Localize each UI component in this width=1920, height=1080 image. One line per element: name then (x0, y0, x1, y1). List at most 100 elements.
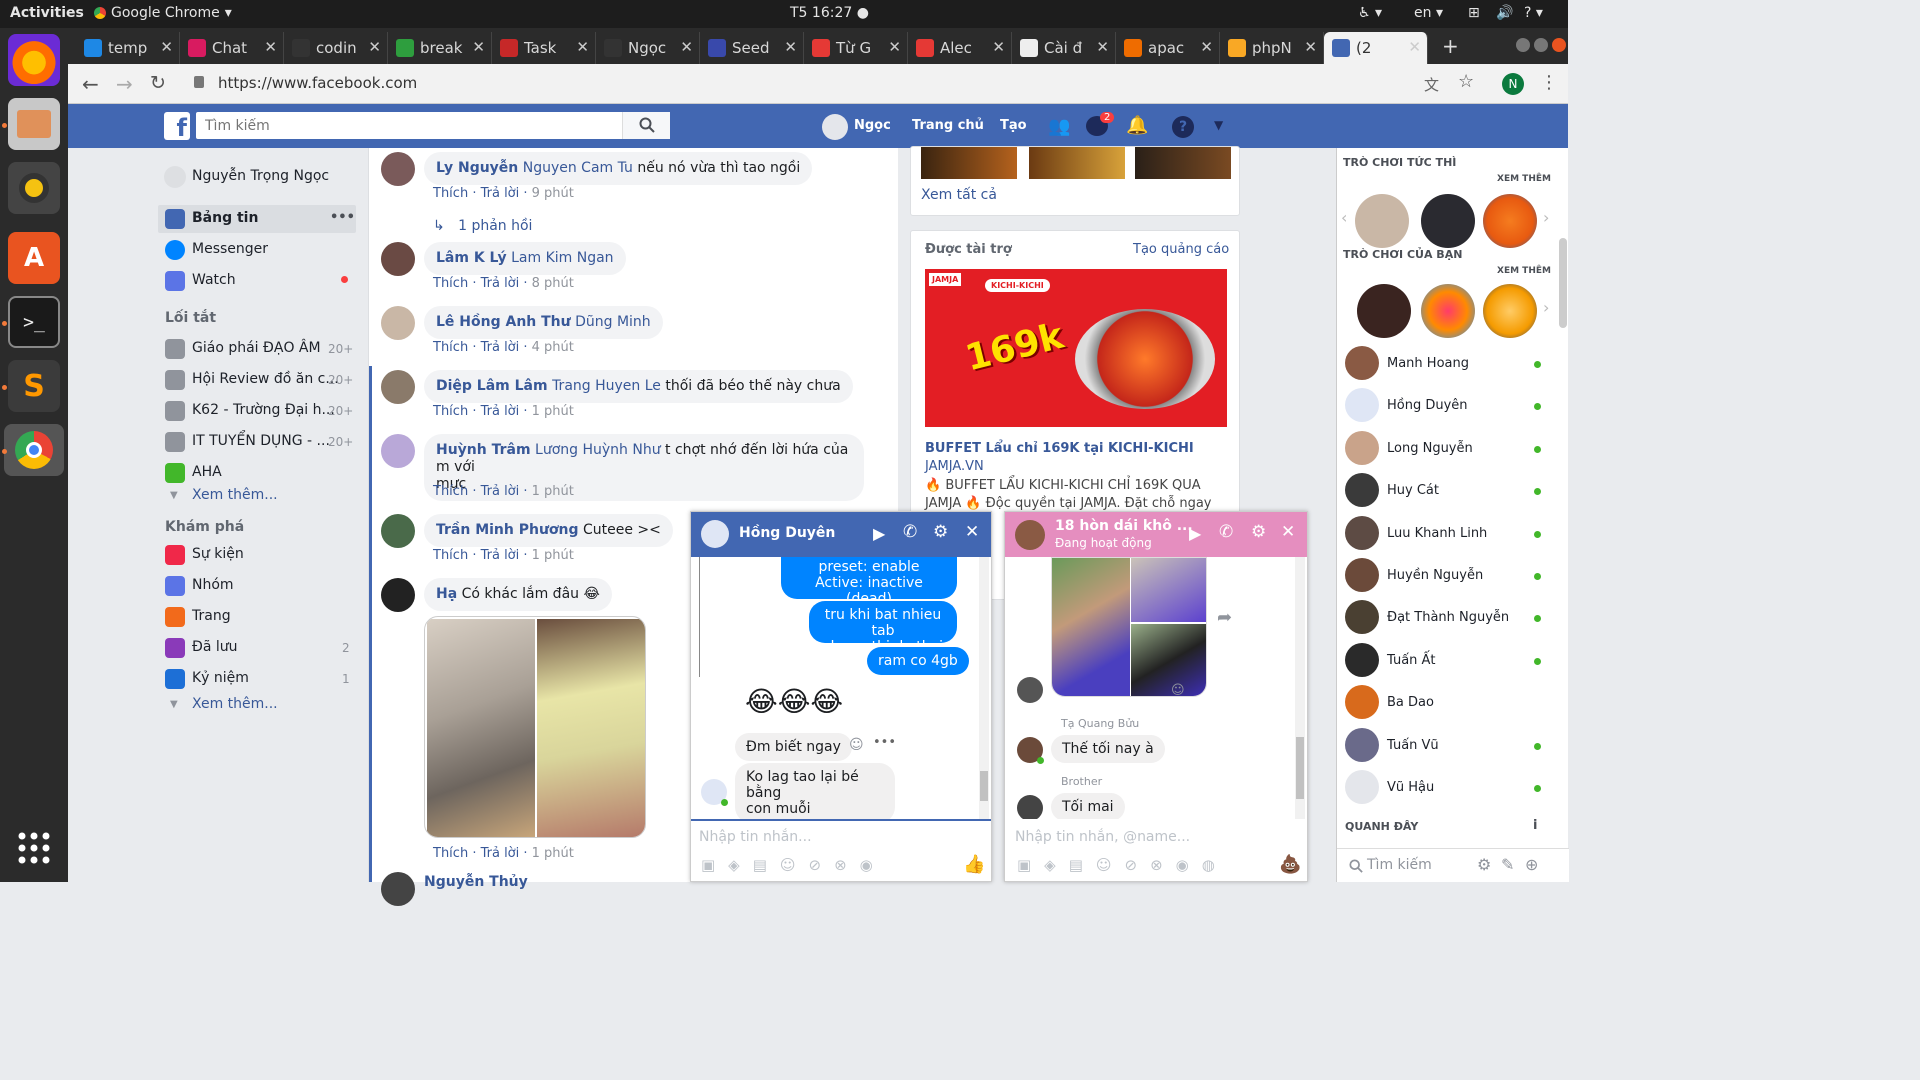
avatar[interactable] (381, 242, 415, 276)
browser-tab[interactable]: break ✕ (388, 32, 492, 64)
emoji-react-icon[interactable]: ☺ (849, 737, 864, 753)
shortcut-item[interactable]: Giáo phái ĐẠO ÂM (192, 334, 321, 362)
profile-avatar[interactable] (164, 166, 186, 188)
close-tab-icon[interactable]: ✕ (576, 38, 589, 56)
shortcut-item[interactable]: Hội Review đồ ăn c... (192, 365, 339, 393)
game-thumb[interactable] (1029, 147, 1125, 179)
explore-item[interactable]: Sự kiện (192, 540, 244, 568)
close-tab-icon[interactable]: ✕ (1200, 38, 1213, 56)
phone-icon[interactable]: ✆ (1219, 522, 1233, 542)
like-link[interactable]: Thích (433, 404, 468, 419)
browser-tab[interactable]: Alec ✕ (908, 32, 1012, 64)
close-tab-icon[interactable]: ✕ (1096, 38, 1109, 56)
like-icon[interactable]: 👍 (963, 854, 985, 875)
power-icon[interactable]: ? ▾ (1524, 5, 1543, 21)
friend-item[interactable]: Vũ Hậu (1345, 770, 1555, 810)
comment-author[interactable]: Ly Nguyễn (436, 160, 518, 176)
group-chat-icon[interactable]: ⊕ (1525, 855, 1538, 874)
chevron-left-icon[interactable]: ‹ (1341, 208, 1347, 227)
shortcut-item[interactable]: IT TUYỂN DỤNG - ... (192, 427, 330, 455)
comment-author[interactable]: Hạ (436, 586, 457, 602)
account-dropdown-icon[interactable]: ▼ (1214, 118, 1223, 132)
avatar[interactable] (381, 578, 415, 612)
basketball-game-icon[interactable] (1483, 194, 1537, 248)
chat-input[interactable]: Nhập tin nhắn, @name... (1015, 829, 1190, 845)
friend-item[interactable]: Hồng Duyên (1345, 388, 1555, 428)
user-name-link[interactable]: Ngọc (854, 118, 891, 133)
profile-avatar[interactable]: N (1502, 73, 1524, 95)
friend-item[interactable]: Huy Cát (1345, 473, 1555, 513)
search-button[interactable] (622, 112, 670, 139)
chevron-right-icon[interactable]: › (1543, 208, 1549, 227)
chat-scrollbar[interactable] (979, 557, 989, 819)
browser-tab[interactable]: Ngọc ✕ (596, 32, 700, 64)
chat-title[interactable]: Hồng Duyên (739, 525, 835, 541)
comment-author[interactable]: Huỳnh Trâm (436, 442, 531, 458)
shared-photo-grid[interactable] (1051, 557, 1207, 697)
network-icon[interactable]: ⊞ (1468, 5, 1480, 21)
chrome-dock-icon[interactable] (4, 424, 64, 476)
minimize-button[interactable] (1516, 38, 1530, 52)
ad-domain[interactable]: JAMJA.VN (925, 459, 984, 474)
nav-news-feed[interactable]: Bảng tin (192, 204, 258, 232)
browser-tab[interactable]: Seed ✕ (700, 32, 804, 64)
comment-tag[interactable]: Dũng Minh (575, 314, 651, 330)
browser-tab[interactable]: codin ✕ (284, 32, 388, 64)
ad-image[interactable]: JAMJA KICHI-KICHI 169k (925, 269, 1227, 427)
friend-item[interactable]: Tuấn Ất (1345, 642, 1555, 683)
language-indicator[interactable]: en ▾ (1414, 5, 1443, 21)
chat-input[interactable]: Nhập tin nhắn... (699, 829, 812, 845)
close-icon[interactable]: ✕ (965, 522, 979, 542)
activities-button[interactable]: Activities (10, 5, 84, 21)
translate-icon[interactable]: 文 (1424, 74, 1439, 95)
like-link[interactable]: Thích (433, 484, 468, 499)
share-icon[interactable]: ➦ (1217, 607, 1232, 628)
volume-icon[interactable]: 🔊 (1496, 5, 1513, 21)
explore-item[interactable]: Nhóm (192, 571, 234, 599)
sidebar-scrollbar[interactable] (1559, 238, 1567, 328)
comment-tag[interactable]: Trang Huyen Le (552, 378, 661, 394)
close-tab-icon[interactable]: ✕ (160, 38, 173, 56)
reply-link[interactable]: Trả lời (481, 340, 520, 355)
chat-header[interactable]: Hồng Duyên ▶ ✆ ⚙ ✕ (691, 512, 991, 557)
sublime-icon[interactable]: S (8, 360, 60, 412)
naruto-game-icon[interactable] (1483, 284, 1537, 338)
friend-item[interactable]: Ba Dao (1345, 685, 1555, 725)
software-center-icon[interactable]: A (8, 232, 60, 284)
game-avatar[interactable] (1421, 194, 1475, 248)
gear-icon[interactable]: ⚙ (933, 522, 948, 542)
friend-item[interactable]: Tuấn Vũ (1345, 727, 1555, 768)
url-field[interactable]: https://www.facebook.com (218, 74, 417, 92)
comment-tag[interactable]: Lương Huỳnh Như (535, 442, 661, 458)
shortcuts-see-more[interactable]: Xem thêm... (192, 481, 278, 509)
close-tab-icon[interactable]: ✕ (472, 38, 485, 56)
nav-messenger[interactable]: Messenger (192, 235, 268, 263)
reply-link[interactable]: Trả lời (481, 404, 520, 419)
chevron-right-icon[interactable]: › (1543, 298, 1549, 317)
friend-item[interactable]: Manh Hoang (1345, 346, 1555, 386)
reply-link[interactable]: Trả lời (481, 186, 520, 201)
comment-author[interactable]: Diệp Lâm Lâm (436, 378, 548, 394)
menu-icon[interactable]: ⋮ (1540, 72, 1558, 93)
browser-tab[interactable]: Cài đ ✕ (1012, 32, 1116, 64)
explore-item[interactable]: Kỷ niệm (192, 664, 249, 692)
chat-scrollbar[interactable] (1295, 557, 1305, 819)
star-icon[interactable]: ☆ (1458, 71, 1474, 92)
chat-toolbar[interactable]: ▣◈▤☺⊘⊗◉◍ (1017, 856, 1228, 874)
reload-icon[interactable]: ↻ (150, 72, 166, 94)
game-thumb[interactable] (1135, 147, 1231, 179)
comment-photo[interactable] (424, 616, 646, 838)
browser-tab[interactable]: Từ G ✕ (804, 32, 908, 64)
browser-tab[interactable]: phpN ✕ (1220, 32, 1324, 64)
terminal-icon[interactable]: >_ (8, 296, 60, 348)
poop-emoji-icon[interactable]: 💩 (1279, 854, 1301, 875)
shortcut-item[interactable]: K62 - Trường Đại h... (192, 396, 335, 424)
comment-tag[interactable]: Lam Kim Ngan (511, 250, 613, 266)
phone-icon[interactable]: ✆ (903, 522, 917, 542)
like-link[interactable]: Thích (433, 340, 468, 355)
close-tab-icon[interactable]: ✕ (1408, 38, 1421, 56)
nav-watch[interactable]: Watch (192, 266, 236, 294)
close-tab-icon[interactable]: ✕ (992, 38, 1005, 56)
friend-item[interactable]: Đạt Thành Nguyễn (1345, 600, 1555, 640)
compose-icon[interactable]: ✎ (1501, 855, 1514, 874)
